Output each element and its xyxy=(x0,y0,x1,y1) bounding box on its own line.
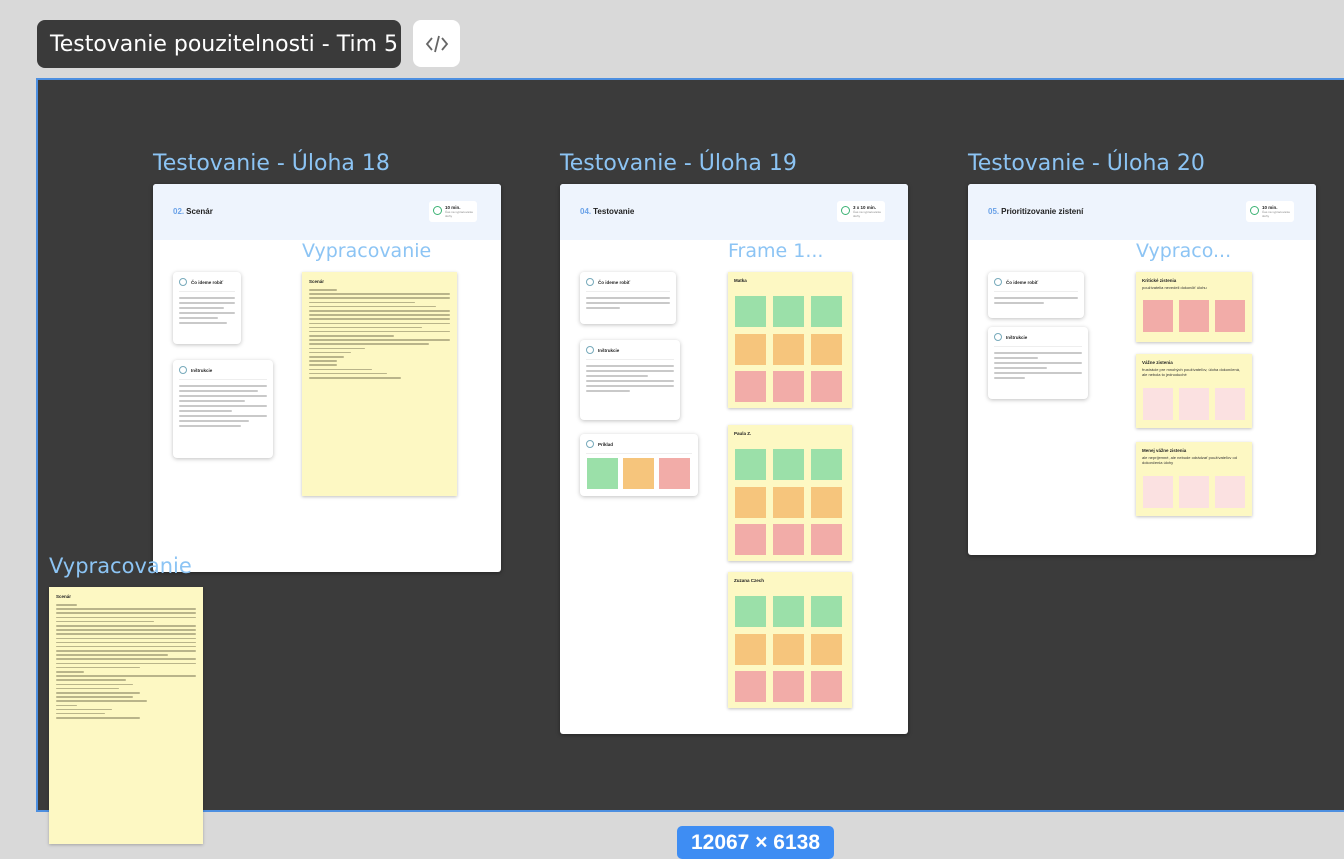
code-view-button[interactable] xyxy=(413,20,460,67)
card-co-ideme-robit: Čo ideme robiť xyxy=(988,272,1084,318)
time-chip: 10 min. Čas na vypracovanie úlohy xyxy=(429,201,477,222)
card-instrukcie: Inštrukcie xyxy=(580,340,680,420)
file-title[interactable]: Testovanie pouzitelnosti - Tim 5 xyxy=(37,20,401,68)
info-icon xyxy=(586,346,594,354)
scenario-doc[interactable]: Scenár xyxy=(302,272,457,496)
info-icon xyxy=(179,366,187,374)
card-instrukcie: Inštrukcie xyxy=(988,327,1088,399)
card-instrukcie: Inštrukcie xyxy=(173,360,273,458)
sub-frame-label[interactable]: Vypracovanie xyxy=(302,240,431,262)
clock-icon xyxy=(433,206,442,215)
pencil-icon xyxy=(994,278,1002,286)
frame-label[interactable]: Testovanie - Úloha 19 xyxy=(560,151,797,176)
pencil-icon xyxy=(586,278,594,286)
frame-uloha-18[interactable]: 02. Scenár 10 min. Čas na vypracovanie úlo… xyxy=(153,184,501,572)
board-zuzana[interactable]: Zuzana Czech xyxy=(728,572,852,708)
clock-icon xyxy=(841,206,850,215)
card-priklad: Príklad xyxy=(580,434,698,496)
frame-label[interactable]: Testovanie - Úloha 18 xyxy=(153,151,390,176)
board-matka[interactable]: Matka xyxy=(728,272,852,408)
sub-frame-label[interactable]: Vypraco... xyxy=(1136,240,1231,262)
board-vazne[interactable]: Vážne zistenia frustrácie pre mnohých po… xyxy=(1136,354,1252,428)
time-chip: 3 x 10 min. Čas na vypracovanie úlohy xyxy=(837,201,885,222)
info-icon xyxy=(994,333,1002,341)
frame-uloha-20[interactable]: 05. Prioritizovanie zistení 10 min. Čas na… xyxy=(968,184,1316,555)
frame-title: 04. Testovanie xyxy=(580,207,635,216)
left-doc-label[interactable]: Vypracovanie xyxy=(49,554,192,578)
board-menej-vazne[interactable]: Menej vážne zistenia ale nepríjemné, ale… xyxy=(1136,442,1252,516)
board-kriticke[interactable]: Kritické zistenia používatelia nevedeli … xyxy=(1136,272,1252,342)
board-paula[interactable]: Paula Z. xyxy=(728,425,852,561)
pencil-icon xyxy=(179,278,187,286)
time-chip: 10 min. Čas na vypracovanie úlohy xyxy=(1246,201,1294,222)
frame-label[interactable]: Testovanie - Úloha 20 xyxy=(968,151,1205,176)
frame-uloha-19[interactable]: 04. Testovanie 3 x 10 min. Čas na vypracov… xyxy=(560,184,908,734)
code-icon xyxy=(425,35,448,52)
left-scenario-doc[interactable]: Scenár xyxy=(49,587,203,844)
lightbulb-icon xyxy=(586,440,594,448)
clock-icon xyxy=(1250,206,1259,215)
sub-frame-label[interactable]: Frame 1... xyxy=(728,240,823,262)
selection-size-badge: 12067 × 6138 xyxy=(677,826,834,859)
frame-title: 02. Scenár xyxy=(173,207,213,216)
card-co-ideme-robit: Čo ideme robiť xyxy=(173,272,241,344)
card-co-ideme-robit: Čo ideme robiť xyxy=(580,272,676,324)
frame-title: 05. Prioritizovanie zistení xyxy=(988,207,1084,216)
